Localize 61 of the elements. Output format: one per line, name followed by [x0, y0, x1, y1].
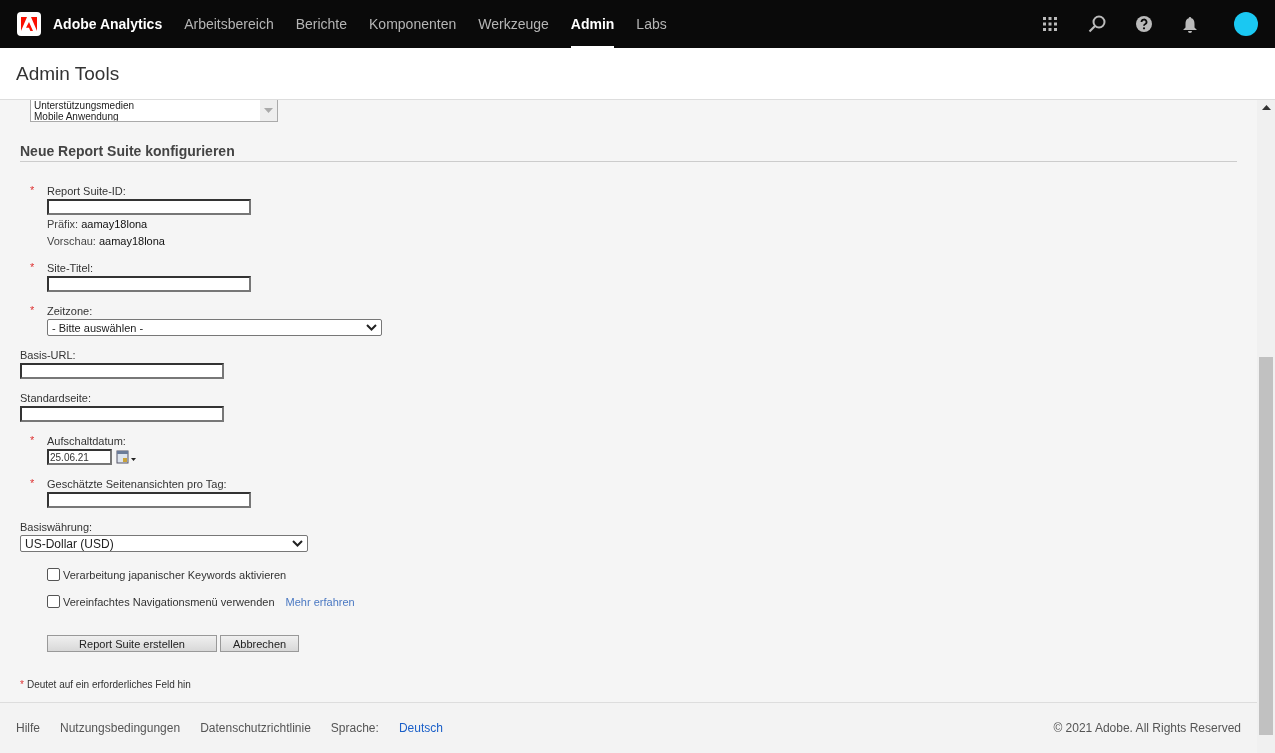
timezone-dropdown[interactable]: - Bitte auswählen -: [47, 319, 382, 336]
field-label: Site-Titel:: [47, 261, 94, 275]
scroll-up-icon[interactable]: [1261, 105, 1271, 110]
app-grid-icon[interactable]: [1042, 16, 1058, 32]
checkbox-label: Verarbeitung japanischer Keywords aktivieren: [63, 568, 287, 581]
scrollbar[interactable]: [1257, 100, 1275, 753]
currency-dropdown[interactable]: US-Dollar (USD): [20, 535, 308, 552]
field-label: Geschätzte Seitenansichten pro Tag:: [47, 477, 227, 491]
footer-link[interactable]: Datenschutzrichtlinie: [200, 721, 311, 735]
list-option[interactable]: Unterstützungsmedien: [34, 100, 260, 111]
nav-tab[interactable]: Werkzeuge: [478, 0, 549, 48]
note-value: aamay18lona: [81, 217, 148, 232]
field-label: Report Suite-ID:: [47, 184, 126, 198]
chevron-down-icon: [366, 324, 377, 331]
bell-icon[interactable]: [1182, 15, 1198, 33]
field-label: Basiswährung:: [20, 520, 93, 534]
required-mark: *: [29, 434, 36, 448]
required-mark: *: [20, 679, 24, 690]
required-field-note: Deutet auf ein erforderliches Feld hin: [26, 679, 191, 690]
field-label: Zeitzone:: [47, 304, 93, 318]
user-avatar[interactable]: [1234, 12, 1258, 36]
language-label: Sprache:: [330, 721, 379, 735]
note-value: aamay18lona: [98, 234, 165, 249]
learn-more-link[interactable]: Mehr erfahren: [285, 595, 355, 608]
checkbox-label: Vereinfachtes Navigationsmenü verwenden: [63, 595, 275, 608]
date-input-field[interactable]: 25.06.21: [47, 449, 112, 465]
required-mark: *: [29, 184, 36, 198]
nav-tab[interactable]: Komponenten: [369, 0, 457, 48]
adobe-logo-icon: [17, 12, 41, 36]
text-input-field[interactable]: [47, 492, 251, 508]
nav-tab[interactable]: Arbeitsbereich: [184, 0, 274, 48]
nav-tab[interactable]: Labs: [636, 0, 667, 48]
field-label: Basis-URL:: [20, 348, 76, 362]
product-name[interactable]: Adobe Analytics: [53, 16, 163, 32]
field-label: Aufschaltdatum:: [47, 434, 126, 448]
text-input-field[interactable]: [20, 363, 224, 379]
required-mark: *: [29, 261, 36, 275]
text-input-field[interactable]: [20, 406, 224, 422]
required-mark: *: [29, 477, 36, 491]
checkbox[interactable]: [47, 595, 60, 608]
help-icon[interactable]: [1136, 16, 1152, 32]
form-button[interactable]: Abbrechen: [220, 635, 300, 652]
text-input-field[interactable]: [47, 199, 251, 215]
search-icon[interactable]: [1088, 15, 1106, 33]
footer-link[interactable]: Hilfe: [16, 721, 40, 735]
copyright-text: © 2021 Adobe. All Rights Reserved: [1053, 721, 1241, 735]
text-input-field[interactable]: [47, 276, 251, 292]
footer-link[interactable]: Nutzungsbedingungen: [60, 721, 181, 735]
calendar-icon[interactable]: [116, 449, 136, 465]
chevron-down-icon: [292, 540, 303, 547]
nav-tab[interactable]: Berichte: [295, 0, 348, 48]
note-label: Präfix:: [47, 217, 79, 232]
page-title: Admin Tools: [16, 62, 120, 85]
scrollbar-thumb[interactable]: [1259, 357, 1273, 735]
section-heading: Neue Report Suite konfigurieren: [20, 143, 1237, 162]
field-label: Standardseite:: [20, 391, 91, 405]
required-mark: *: [29, 304, 36, 318]
checkbox[interactable]: [47, 568, 60, 581]
form-button[interactable]: Report Suite erstellen: [47, 635, 217, 652]
note-label: Vorschau:: [47, 234, 96, 249]
language-link[interactable]: Deutsch: [398, 721, 443, 735]
